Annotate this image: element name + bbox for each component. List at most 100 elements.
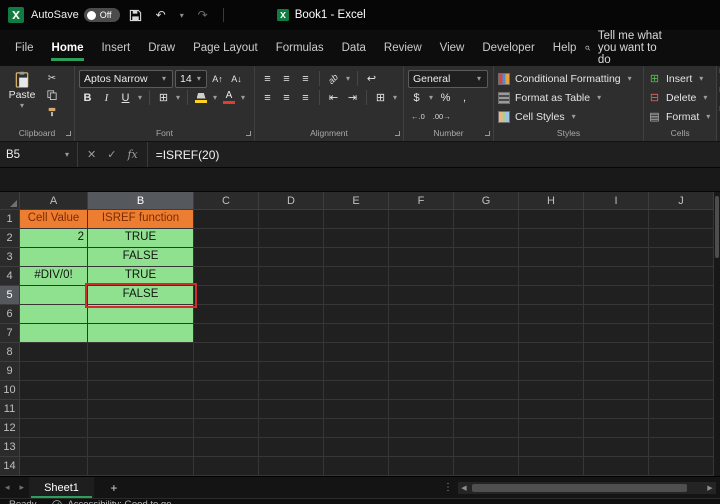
cell-D12[interactable] [259, 419, 324, 438]
cell-J3[interactable] [649, 248, 714, 267]
cell-F8[interactable] [389, 343, 454, 362]
cell-H4[interactable] [519, 267, 584, 286]
cell-B6[interactable] [88, 305, 194, 324]
borders-button[interactable]: ⊞ [155, 89, 172, 106]
cell-H13[interactable] [519, 438, 584, 457]
cell-I6[interactable] [584, 305, 649, 324]
undo-button[interactable]: ↶ [152, 4, 170, 26]
cell-F7[interactable] [389, 324, 454, 343]
accounting-format-button[interactable]: $ [408, 89, 425, 106]
cell-G11[interactable] [454, 400, 519, 419]
cell-H14[interactable] [519, 457, 584, 476]
format-painter-button[interactable] [43, 105, 61, 119]
cell-H3[interactable] [519, 248, 584, 267]
cell-H6[interactable] [519, 305, 584, 324]
cell-B5[interactable]: FALSE [85, 283, 197, 308]
font-size-select[interactable]: 14 ▾ [175, 69, 207, 88]
vertical-scrollbar-thumb[interactable] [715, 196, 719, 258]
sheet-nav-right-icon[interactable]: ▸ [15, 482, 30, 493]
increase-indent-button[interactable]: ⇥ [344, 89, 361, 106]
cell-J8[interactable] [649, 343, 714, 362]
cell-D5[interactable] [259, 286, 324, 305]
wrap-text-button[interactable]: ↩ [363, 70, 380, 87]
cell-A9[interactable] [20, 362, 88, 381]
cell-styles-button[interactable]: Cell Styles ▾ [498, 108, 639, 125]
row-header-10[interactable]: 10 [0, 381, 20, 400]
cell-J12[interactable] [649, 419, 714, 438]
row-header-5[interactable]: 5 [0, 286, 20, 305]
column-header-C[interactable]: C [194, 192, 259, 210]
underline-button[interactable]: U [117, 89, 134, 106]
cell-A13[interactable] [20, 438, 88, 457]
cell-A8[interactable] [20, 343, 88, 362]
cell-C3[interactable] [194, 248, 259, 267]
cell-A11[interactable] [20, 400, 88, 419]
cell-C14[interactable] [194, 457, 259, 476]
ribbon-tab-data[interactable]: Data [333, 35, 375, 62]
ribbon-tab-developer[interactable]: Developer [473, 35, 543, 62]
align-middle-button[interactable]: ≡ [278, 70, 295, 87]
cell-G1[interactable] [454, 210, 519, 229]
cell-G6[interactable] [454, 305, 519, 324]
number-format-select[interactable]: General ▾ [408, 69, 488, 88]
cell-G7[interactable] [454, 324, 519, 343]
cell-D11[interactable] [259, 400, 324, 419]
cell-G13[interactable] [454, 438, 519, 457]
scrollbar-more-icon[interactable]: ⋮ [443, 482, 453, 493]
row-header-9[interactable]: 9 [0, 362, 20, 381]
cell-I14[interactable] [584, 457, 649, 476]
column-header-B[interactable]: B [88, 192, 194, 210]
cell-J11[interactable] [649, 400, 714, 419]
cell-H11[interactable] [519, 400, 584, 419]
cell-A3[interactable] [20, 248, 88, 267]
cell-B9[interactable] [88, 362, 194, 381]
cell-E13[interactable] [324, 438, 389, 457]
ribbon-tab-insert[interactable]: Insert [92, 35, 139, 62]
cell-B7[interactable] [88, 324, 194, 343]
cell-I1[interactable] [584, 210, 649, 229]
undo-dropdown-icon[interactable]: ▾ [177, 11, 187, 20]
column-header-H[interactable]: H [519, 192, 584, 210]
cell-I9[interactable] [584, 362, 649, 381]
row-header-6[interactable]: 6 [0, 305, 20, 324]
grow-font-button[interactable]: A↑ [209, 70, 226, 87]
cell-B13[interactable] [88, 438, 194, 457]
cell-F5[interactable] [389, 286, 454, 305]
cell-A10[interactable] [20, 381, 88, 400]
cell-C12[interactable] [194, 419, 259, 438]
row-header-13[interactable]: 13 [0, 438, 20, 457]
comma-style-button[interactable]: , [456, 89, 473, 106]
cell-H10[interactable] [519, 381, 584, 400]
cell-D10[interactable] [259, 381, 324, 400]
bold-button[interactable]: B [79, 89, 96, 106]
cell-B8[interactable] [88, 343, 194, 362]
row-header-7[interactable]: 7 [0, 324, 20, 343]
cell-F6[interactable] [389, 305, 454, 324]
cell-E11[interactable] [324, 400, 389, 419]
row-header-14[interactable]: 14 [0, 457, 20, 476]
format-as-table-button[interactable]: Format as Table ▾ [498, 89, 639, 106]
cell-G14[interactable] [454, 457, 519, 476]
cell-C1[interactable] [194, 210, 259, 229]
cell-B14[interactable] [88, 457, 194, 476]
row-header-4[interactable]: 4 [0, 267, 20, 286]
cell-B4[interactable]: TRUE [88, 267, 194, 286]
cell-I13[interactable] [584, 438, 649, 457]
cell-B11[interactable] [88, 400, 194, 419]
cell-I5[interactable] [584, 286, 649, 305]
cell-E10[interactable] [324, 381, 389, 400]
align-center-button[interactable]: ≡ [278, 89, 295, 106]
cell-H12[interactable] [519, 419, 584, 438]
merge-dropdown-icon[interactable]: ▾ [391, 93, 399, 102]
format-cells-button[interactable]: ▤ Format ▾ [648, 108, 712, 125]
row-header-2[interactable]: 2 [0, 229, 20, 248]
row-header-8[interactable]: 8 [0, 343, 20, 362]
insert-cells-button[interactable]: ⊞ Insert ▾ [648, 70, 712, 87]
sheet-nav-left-icon[interactable]: ◂ [0, 482, 15, 493]
excel-app-icon[interactable] [8, 7, 24, 23]
percent-style-button[interactable]: % [437, 89, 454, 106]
cell-J5[interactable] [649, 286, 714, 305]
cell-F11[interactable] [389, 400, 454, 419]
row-header-1[interactable]: 1 [0, 210, 20, 229]
align-left-button[interactable]: ≡ [259, 89, 276, 106]
